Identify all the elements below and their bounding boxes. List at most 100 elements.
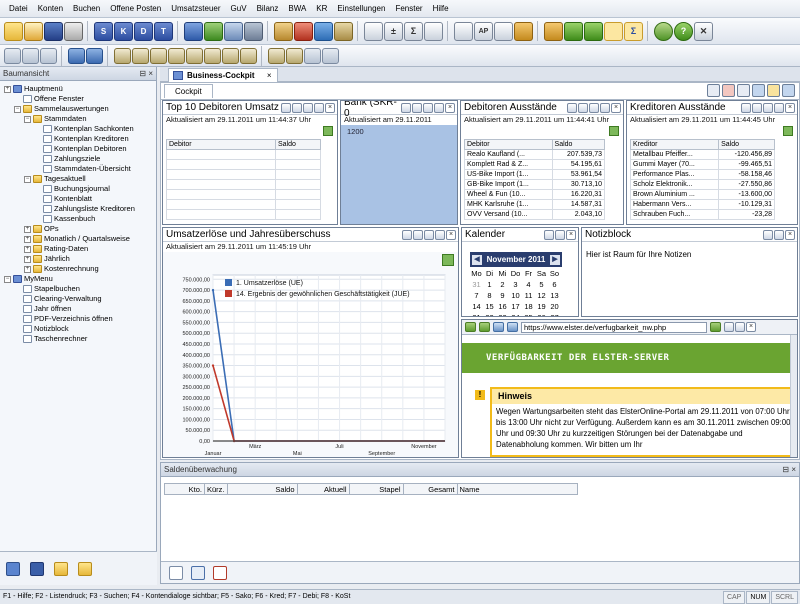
calendar-day[interactable]: 4: [522, 279, 535, 290]
col-debitor[interactable]: Debitor: [166, 139, 276, 150]
tree-toggle-icon[interactable]: −: [24, 175, 31, 183]
menu-umsatzsteuer[interactable]: Umsatzsteuer: [166, 0, 225, 18]
calendar-day[interactable]: 15: [483, 301, 496, 312]
tree-toggle-icon[interactable]: −: [14, 105, 21, 113]
journal-icon[interactable]: [224, 21, 243, 41]
widget-close-icon[interactable]: ×: [446, 229, 456, 240]
widget-refresh-icon[interactable]: [567, 102, 577, 113]
sigma-icon[interactable]: Σ: [624, 21, 643, 41]
refresh-salden-icon[interactable]: [191, 565, 205, 580]
menu-datei[interactable]: Datei: [4, 0, 33, 18]
menu-hilfe[interactable]: Hilfe: [428, 0, 454, 18]
calendar-day[interactable]: 10: [509, 290, 522, 301]
tree-item[interactable]: Stammdaten-Übersicht: [34, 164, 131, 174]
browser-go-icon[interactable]: [710, 322, 721, 332]
calendar-day[interactable]: 31: [470, 279, 483, 290]
tree-item[interactable]: Zahlungsziele: [34, 154, 100, 164]
tree-item[interactable]: Kassenbuch: [34, 214, 95, 224]
tree-item[interactable]: + Rating-Daten: [24, 244, 88, 254]
menu-guv[interactable]: GuV: [226, 0, 252, 18]
widget-settings-icon[interactable]: [763, 229, 773, 240]
calendar-day[interactable]: 6: [548, 279, 561, 290]
eraser-icon[interactable]: [364, 21, 383, 41]
widget-settings-icon[interactable]: [724, 322, 734, 332]
tree-item[interactable]: Taschenrechner: [14, 334, 87, 344]
table-row[interactable]: US-Bike Import (1... 53.961,54: [464, 169, 606, 180]
browser-home-icon[interactable]: [507, 322, 518, 332]
table-row[interactable]: Metallbau Pfeiffer... -120.456,89: [629, 149, 775, 160]
calendar-day[interactable]: 16: [496, 301, 509, 312]
col-saldo[interactable]: Saldo: [551, 139, 606, 150]
calendar-day[interactable]: 8: [483, 290, 496, 301]
calendar-day[interactable]: 24: [509, 312, 522, 316]
col-gesamt[interactable]: Gesamt: [402, 483, 458, 495]
table-row[interactable]: Scholz Elektronik... -27.550,86: [629, 179, 775, 190]
binoculars-6-icon[interactable]: [204, 47, 221, 64]
calendar-day[interactable]: 14: [470, 301, 483, 312]
widget-close-icon[interactable]: ×: [611, 102, 621, 113]
search-2-icon[interactable]: [286, 47, 303, 64]
folder-open-icon[interactable]: [78, 561, 92, 576]
cockpit-icon[interactable]: [604, 21, 623, 41]
save-tree-icon[interactable]: [30, 561, 44, 576]
cockpit-new-icon[interactable]: [707, 84, 720, 97]
chart-icon[interactable]: [783, 126, 793, 136]
check-list-icon[interactable]: [6, 561, 20, 576]
next-month-icon[interactable]: ▶: [549, 254, 560, 265]
plus-minus-icon[interactable]: ±: [384, 21, 403, 41]
cockpit-grid-icon[interactable]: [782, 84, 795, 97]
calendar-day[interactable]: 1: [483, 279, 496, 290]
calendar-day[interactable]: 19: [535, 301, 548, 312]
binoculars-3-icon[interactable]: [150, 47, 167, 64]
folder-icon[interactable]: [54, 561, 68, 576]
tree-item[interactable]: + Kostenrechnung: [24, 264, 99, 274]
col-saldo[interactable]: Saldo: [275, 139, 321, 150]
zoom-icon[interactable]: [40, 47, 57, 64]
widget-maximize-icon[interactable]: [600, 102, 610, 113]
tree-toggle-icon[interactable]: +: [24, 225, 31, 233]
calendar-day[interactable]: 11: [522, 290, 535, 301]
notes-text[interactable]: Hier ist Raum für Ihre Notizen: [582, 242, 797, 267]
binoculars-icon[interactable]: [114, 47, 131, 64]
widget-close-icon[interactable]: ×: [785, 102, 795, 113]
chart-icon[interactable]: [609, 126, 619, 136]
pane-pin-close-icon[interactable]: ⊟ ×: [139, 69, 153, 78]
pane-pin-close-icon[interactable]: ⊟ ×: [782, 465, 796, 474]
page-icon[interactable]: [424, 21, 443, 41]
filter-icon[interactable]: [304, 47, 321, 64]
globe-icon[interactable]: [314, 21, 333, 41]
globe-info-icon[interactable]: [654, 21, 673, 41]
cockpit-layout-icon[interactable]: [767, 84, 780, 97]
import-icon[interactable]: [584, 21, 603, 41]
print-icon[interactable]: [64, 21, 83, 41]
widget-settings-icon[interactable]: [413, 229, 423, 240]
tree-item[interactable]: − Stammdaten: [24, 114, 87, 124]
calendar-day[interactable]: 13: [548, 290, 561, 301]
browser-scrollbar[interactable]: [790, 335, 797, 457]
widget-maximize-icon[interactable]: [735, 322, 745, 332]
tree-item[interactable]: − Sammelauswertungen: [14, 104, 109, 114]
tab-cockpit[interactable]: Cockpit: [164, 84, 213, 98]
widget-refresh-icon[interactable]: [281, 102, 291, 113]
archive-icon[interactable]: [514, 21, 533, 41]
table-row[interactable]: Performance Plas... -58.158,46: [629, 169, 775, 180]
col-aktuell[interactable]: Aktuell: [296, 483, 350, 495]
tree-item[interactable]: + Hauptmenü: [4, 84, 63, 94]
back-arrow-icon[interactable]: [68, 47, 85, 64]
cockpit-refresh-icon[interactable]: [752, 84, 765, 97]
search-icon[interactable]: [268, 47, 285, 64]
forward-arrow-icon[interactable]: [86, 47, 103, 64]
cockpit-settings-icon[interactable]: [737, 84, 750, 97]
tree-item[interactable]: Kontenplan Kreditoren: [34, 134, 129, 144]
ledger-icon[interactable]: [274, 21, 293, 41]
tree-item[interactable]: Offene Fenster: [14, 94, 84, 104]
calendar-day[interactable]: 25: [522, 312, 535, 316]
widget-settings-icon[interactable]: [412, 102, 422, 113]
export-icon[interactable]: [564, 21, 583, 41]
tree-item[interactable]: Notizblock: [14, 324, 69, 334]
binoculars-7-icon[interactable]: [222, 47, 239, 64]
sachkonten-button[interactable]: S: [94, 21, 113, 41]
tree-item[interactable]: − MyMenu: [4, 274, 53, 284]
tree-item[interactable]: Kontenplan Sachkonten: [34, 124, 134, 134]
calendar-day[interactable]: 21: [470, 312, 483, 316]
